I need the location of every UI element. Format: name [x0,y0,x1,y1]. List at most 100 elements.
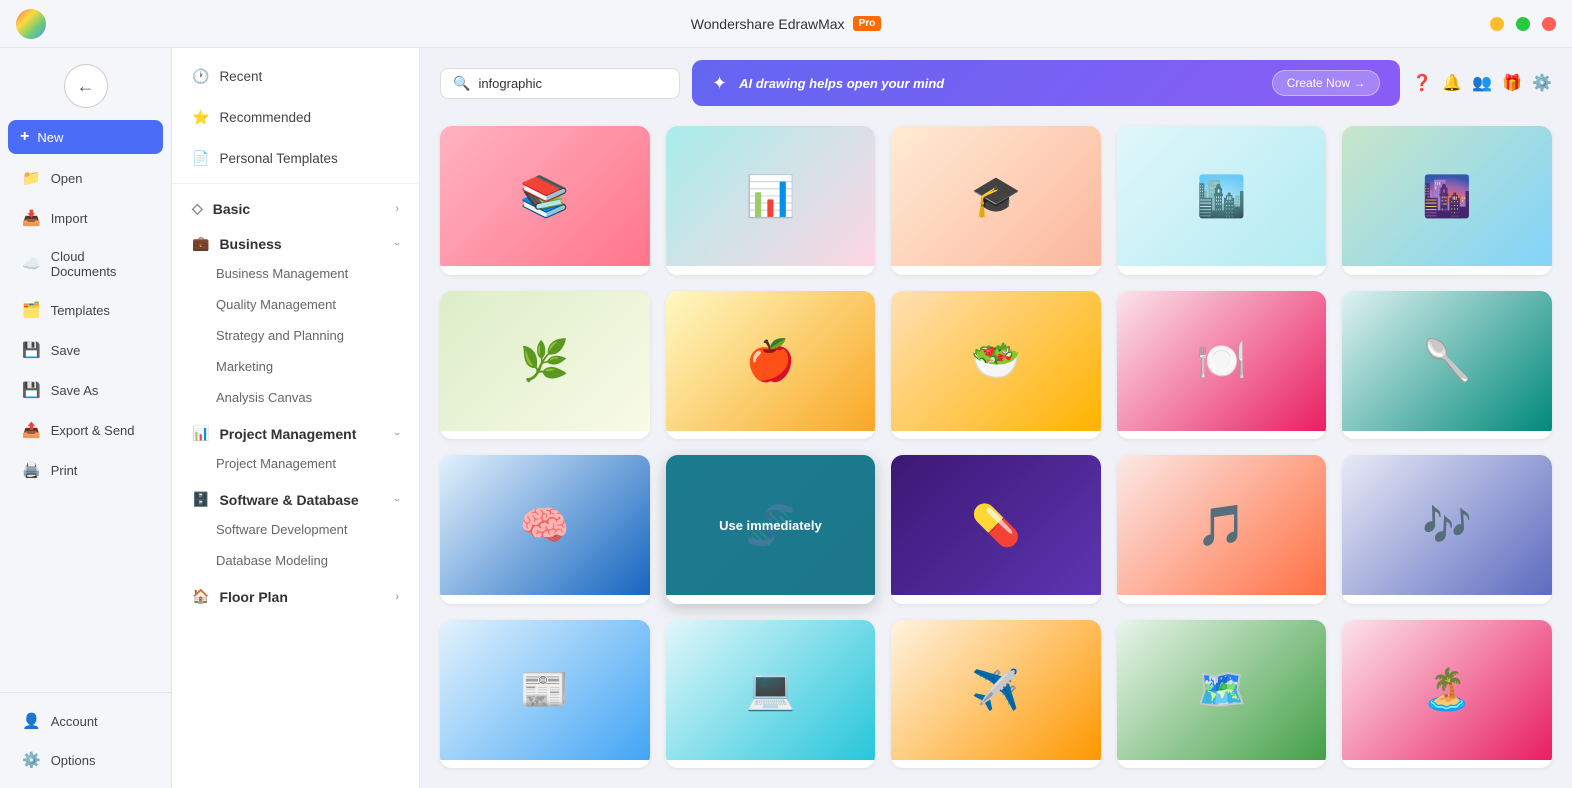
back-button[interactable]: ← [64,64,108,108]
templates-label: Templates [51,303,110,318]
software-db-label: Software & Database [219,492,358,508]
template-thumb-food4: 🥄 [1342,291,1552,431]
nav-section-basic[interactable]: ◇ Basic › [172,188,419,223]
create-now-button[interactable]: Create Now → [1272,70,1381,96]
import-label: Import [51,211,88,226]
nav-sub-strategy[interactable]: Strategy and Planning [172,320,419,351]
nav-section-software-db[interactable]: 🗄️ Software & Database › [172,479,419,514]
template-thumb-food1: 🍎 [666,291,876,431]
sidebar-item-import[interactable]: 📥 Import [6,199,165,237]
settings-icon[interactable]: ⚙️ [1532,73,1552,93]
template-card-edu1[interactable]: 📚 Education Infographic 1 [440,126,650,275]
project-mgmt-chevron-icon: › [391,432,403,436]
template-thumb-env2: 🌆 [1342,126,1552,266]
template-card-edu3[interactable]: 🎓 Education Infographic 3 [891,126,1101,275]
minimize-button[interactable] [1490,17,1504,31]
close-button[interactable] [1542,17,1556,31]
thumb-icon-med3: 💊 [891,455,1101,595]
template-card-edu2[interactable]: 📊 Education Infographic 2 [666,126,876,275]
nav-sub-business-mgmt[interactable]: Business Management [172,258,419,289]
sidebar-bottom: 👤 Account ⚙️ Options [0,692,171,780]
template-label-edu2: Education Infographic 2 [666,266,876,275]
template-card-food2[interactable]: 🥗 Food Infographic 2 [891,291,1101,440]
search-icon: 🔍 [453,75,470,92]
top-right-icons: ❓ 🔔 👥 🎁 ⚙️ [1412,73,1552,93]
template-card-env2[interactable]: 🌆 Environment Infographic 2 [1342,126,1552,275]
sidebar-item-options[interactable]: ⚙️ Options [6,741,165,779]
project-mgmt-icon: 📊 [192,425,209,442]
save-label: Save [51,343,81,358]
template-card-food3[interactable]: 🍽️ Food Infographic 3 [1117,291,1327,440]
template-label-env3: Environment Infographic 3 [440,431,650,440]
template-thumb-music2: 🎶 [1342,455,1552,595]
sidebar-item-export[interactable]: 📤 Export & Send [6,411,165,449]
nav-sub-marketing[interactable]: Marketing [172,351,419,382]
recent-label: Recent [219,69,262,84]
template-card-med1[interactable]: 🧠 Medical Infographic 1 [440,455,650,604]
template-label-tech1: Technology Infographics 1 [666,760,876,769]
titlebar: Wondershare EdrawMax Pro [0,0,1572,48]
thumb-icon-food4: 🥄 [1342,291,1552,431]
bell-icon[interactable]: 🔔 [1442,73,1462,93]
template-thumb-news1: 📰 [440,620,650,760]
search-input[interactable] [478,76,658,91]
floor-plan-chevron-icon: › [395,591,399,603]
template-card-news1[interactable]: 📰 News Infographics 1 [440,620,650,769]
template-card-food1[interactable]: 🍎 Food Infographic 1 [666,291,876,440]
template-label-food2: Food Infographic 2 [891,431,1101,440]
template-label-edu1: Education Infographic 1 [440,266,650,275]
templates-icon: 🗂️ [22,301,41,319]
template-card-tour3[interactable]: 🗺️ Tourism Infographic 3 [1117,620,1327,769]
use-immediately-overlay[interactable]: Use immediately [666,455,876,595]
template-label-food3: Food Infographic 3 [1117,431,1327,440]
nav-sub-software-dev[interactable]: Software Development [172,514,419,545]
floor-plan-label: Floor Plan [219,589,287,605]
project-mgmt-label: Project Management [219,426,356,442]
cloud-icon: ☁️ [22,255,41,273]
user-avatar[interactable] [16,9,46,39]
template-card-env1[interactable]: 🏙️ Environment Infographic 1 [1117,126,1327,275]
template-card-tour1[interactable]: ✈️ Tourism Infographic 1 [891,620,1101,769]
template-label-med2: Medical Infographic 2 [666,595,876,604]
template-card-music2[interactable]: 🎶 Music Infographics 2 [1342,455,1552,604]
recent-icon: 🕐 [192,68,209,85]
template-card-med3[interactable]: 💊 Medical Infographic 3 [891,455,1101,604]
gift-icon[interactable]: 🎁 [1502,73,1522,93]
template-card-med2[interactable]: 🧬 Use immediately Medical Infographic 2 [666,455,876,604]
new-button[interactable]: + New [8,120,163,154]
nav-sub-quality-mgmt[interactable]: Quality Management [172,289,419,320]
ai-banner: ✦ AI drawing helps open your mind Create… [692,60,1400,106]
sidebar-item-open[interactable]: 📁 Open [6,159,165,197]
template-label-env2: Environment Infographic 2 [1342,266,1552,275]
template-card-env3[interactable]: 🌿 Environment Infographic 3 [440,291,650,440]
sidebar-item-saveas[interactable]: 💾 Save As [6,371,165,409]
template-card-med4[interactable]: 🎵 Music Infographics 1 [1117,455,1327,604]
nav-recommended[interactable]: ⭐ Recommended [172,97,419,138]
open-icon: 📁 [22,169,41,187]
nav-section-project-mgmt[interactable]: 📊 Project Management › [172,413,419,448]
back-arrow-icon: ← [77,76,95,97]
nav-section-floor-plan[interactable]: 🏠 Floor Plan › [172,576,419,611]
options-label: Options [51,753,96,768]
template-card-tour4[interactable]: 🏝️ Tourism Infographic 4 [1342,620,1552,769]
nav-sub-project-mgmt[interactable]: Project Management [172,448,419,479]
print-label: Print [51,463,78,478]
sidebar-item-account[interactable]: 👤 Account [6,702,165,740]
template-card-food4[interactable]: 🥄 Food Infographic 4 [1342,291,1552,440]
nav-sub-db-modeling[interactable]: Database Modeling [172,545,419,576]
nav-personal-templates[interactable]: 📄 Personal Templates [172,138,419,179]
nav-section-business[interactable]: 💼 Business › [172,223,419,258]
search-box[interactable]: 🔍 [440,68,680,99]
sidebar-item-templates[interactable]: 🗂️ Templates [6,291,165,329]
thumb-icon-news1: 📰 [440,620,650,760]
sidebar-item-print[interactable]: 🖨️ Print [6,451,165,489]
users-icon[interactable]: 👥 [1472,73,1492,93]
nav-sub-analysis[interactable]: Analysis Canvas [172,382,419,413]
sidebar-item-cloud[interactable]: ☁️ Cloud Documents [6,239,165,289]
template-card-tech1[interactable]: 💻 Technology Infographics 1 [666,620,876,769]
sidebar-item-save[interactable]: 💾 Save [6,331,165,369]
nav-recent[interactable]: 🕐 Recent [172,56,419,97]
thumb-icon-edu3: 🎓 [891,126,1101,266]
help-icon[interactable]: ❓ [1412,73,1432,93]
maximize-button[interactable] [1516,17,1530,31]
